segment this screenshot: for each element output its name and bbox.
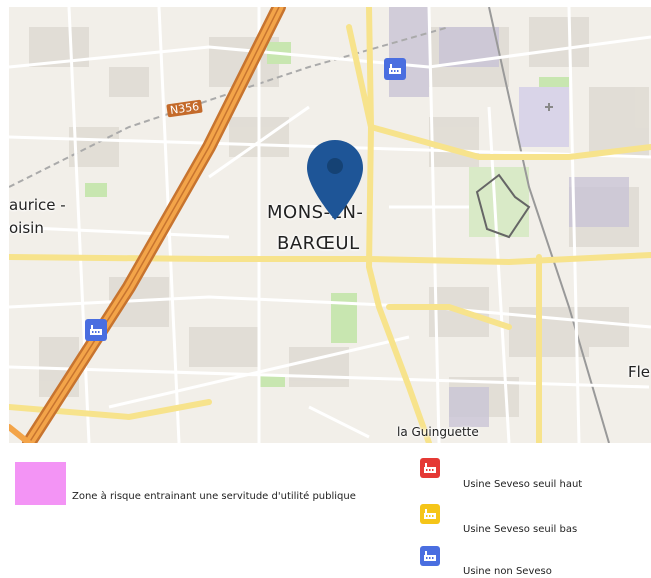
legend-label-seveso-haut: Usine Seveso seuil haut	[463, 479, 583, 490]
factory-icon	[424, 509, 436, 519]
usine-seveso-haut-icon	[420, 458, 440, 478]
zone-risque-swatch	[15, 462, 66, 505]
legend-label-seveso-bas: Usine Seveso seuil bas	[463, 524, 578, 535]
usine-non-seveso-icon[interactable]	[85, 319, 107, 341]
place-label-bottom: la Guinguette	[397, 425, 479, 439]
factory-icon	[90, 325, 102, 335]
location-pin-icon[interactable]	[305, 138, 365, 222]
city-label-line2: BARŒUL	[277, 233, 360, 254]
usine-non-seveso-icon[interactable]	[384, 58, 406, 80]
factory-icon	[389, 64, 401, 74]
map-view[interactable]: N356 MONS-EN- BARŒUL aurice - oisin Fle …	[9, 7, 651, 443]
place-label-left-line2: oisin	[9, 219, 44, 237]
place-label-right: Fle	[628, 363, 651, 381]
usine-seveso-bas-icon	[420, 504, 440, 524]
zone-risque-label: Zone à risque entrainant une servitude d…	[72, 491, 356, 502]
factory-icon	[424, 463, 436, 473]
factory-icon	[424, 551, 436, 561]
usine-non-seveso-legend-icon	[420, 546, 440, 566]
legend-label-non-seveso: Usine non Seveso	[463, 566, 552, 577]
place-label-left-line1: aurice -	[9, 196, 66, 214]
